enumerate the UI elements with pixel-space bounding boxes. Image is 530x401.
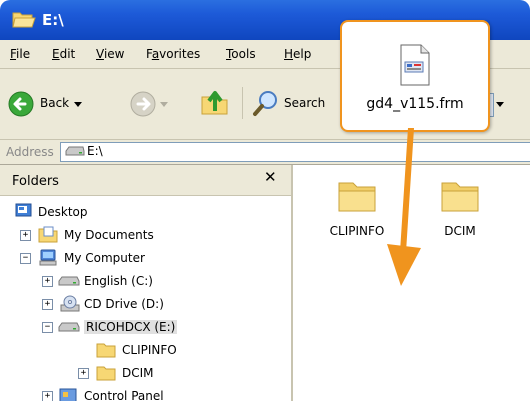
forward-arrow-icon[interactable] (130, 91, 156, 117)
tree-label: CD Drive (D:) (84, 297, 164, 311)
search-label: Search (284, 96, 326, 110)
folders-pane: Folders ✕ Desktop + My Documents − My Co… (0, 165, 293, 401)
window-title: E:\ (42, 11, 64, 29)
folders-header: Folders ✕ (0, 165, 291, 196)
removable-drive-icon (58, 322, 80, 332)
address-bar: Address E:\ (0, 140, 530, 165)
hard-drive-icon (58, 276, 80, 286)
desktop-icon (15, 203, 32, 217)
collapse-icon[interactable]: − (42, 322, 53, 333)
expand-icon[interactable]: + (78, 368, 89, 379)
tree-label: Control Panel (84, 389, 164, 401)
folders-title: Folders (12, 174, 59, 189)
tree-item-drive-c[interactable]: + English (C:) (0, 272, 291, 292)
tree-item-control-panel[interactable]: + Control Panel (0, 387, 291, 401)
tree-label: My Computer (64, 251, 145, 265)
folder-icon (96, 343, 116, 358)
expand-icon[interactable]: + (20, 230, 31, 241)
back-arrow-icon (8, 91, 34, 117)
tree-label: Desktop (38, 205, 88, 219)
drag-file-callout[interactable]: gd4_v115.frm (340, 20, 490, 132)
address-value: E:\ (87, 144, 103, 158)
search-button[interactable]: Search (252, 89, 336, 117)
menu-edit[interactable]: Edit (52, 47, 75, 61)
address-input[interactable]: E:\ (60, 142, 530, 162)
my-documents-icon (38, 226, 58, 243)
menu-file[interactable]: File (10, 47, 30, 61)
tree-item-drive-e[interactable]: − RICOHDCX (E:) (0, 318, 291, 338)
tree-label: English (C:) (84, 274, 153, 288)
collapse-icon[interactable]: − (20, 253, 31, 264)
tree-label: CLIPINFO (122, 343, 177, 357)
folder-icon (441, 182, 479, 212)
tree-label-selected: RICOHDCX (E:) (84, 320, 178, 334)
my-computer-icon (39, 249, 57, 266)
tree-label: My Documents (64, 228, 154, 242)
views-dropdown-icon[interactable] (496, 100, 504, 108)
folder-item-dcim[interactable]: DCIM (425, 177, 495, 238)
tree-item-desktop[interactable]: Desktop (0, 203, 291, 223)
back-button[interactable]: Back (8, 91, 86, 117)
folder-icon (96, 366, 116, 381)
menu-favorites[interactable]: Favorites (146, 47, 200, 61)
tree-item-drive-d[interactable]: + CD Drive (D:) (0, 295, 291, 315)
expand-icon[interactable]: + (42, 391, 53, 401)
control-panel-icon (59, 388, 77, 401)
folder-icon (338, 182, 376, 212)
file-name: gd4_v115.frm (366, 96, 464, 112)
tree-item-clipinfo[interactable]: CLIPINFO (0, 341, 291, 361)
search-icon (253, 91, 277, 116)
tree-item-my-computer[interactable]: − My Computer (0, 249, 291, 269)
back-label: Back (40, 96, 70, 110)
menu-help[interactable]: Help (284, 47, 311, 61)
cd-drive-icon (60, 295, 80, 312)
expand-icon[interactable]: + (42, 276, 53, 287)
drag-arrow-icon (387, 128, 421, 286)
tree-label: DCIM (122, 366, 154, 380)
expand-icon[interactable]: + (42, 299, 53, 310)
menu-tools[interactable]: Tools (226, 47, 256, 61)
toolbar-separator (242, 87, 243, 119)
up-folder-icon[interactable] (200, 87, 230, 117)
forward-dropdown-icon[interactable] (160, 100, 168, 108)
tree-item-dcim[interactable]: + DCIM (0, 364, 291, 384)
folder-open-icon (12, 12, 36, 28)
folder-label: DCIM (444, 224, 476, 238)
dropdown-arrow-icon[interactable] (74, 100, 82, 108)
drive-icon (65, 146, 85, 156)
close-icon[interactable]: ✕ (264, 168, 277, 186)
explorer-window: E:\ File Edit View Favorites Tools Help … (0, 0, 530, 401)
file-icon (400, 44, 430, 86)
tree-item-my-documents[interactable]: + My Documents (0, 226, 291, 246)
address-label: Address (6, 145, 54, 159)
menu-view[interactable]: View (96, 47, 124, 61)
